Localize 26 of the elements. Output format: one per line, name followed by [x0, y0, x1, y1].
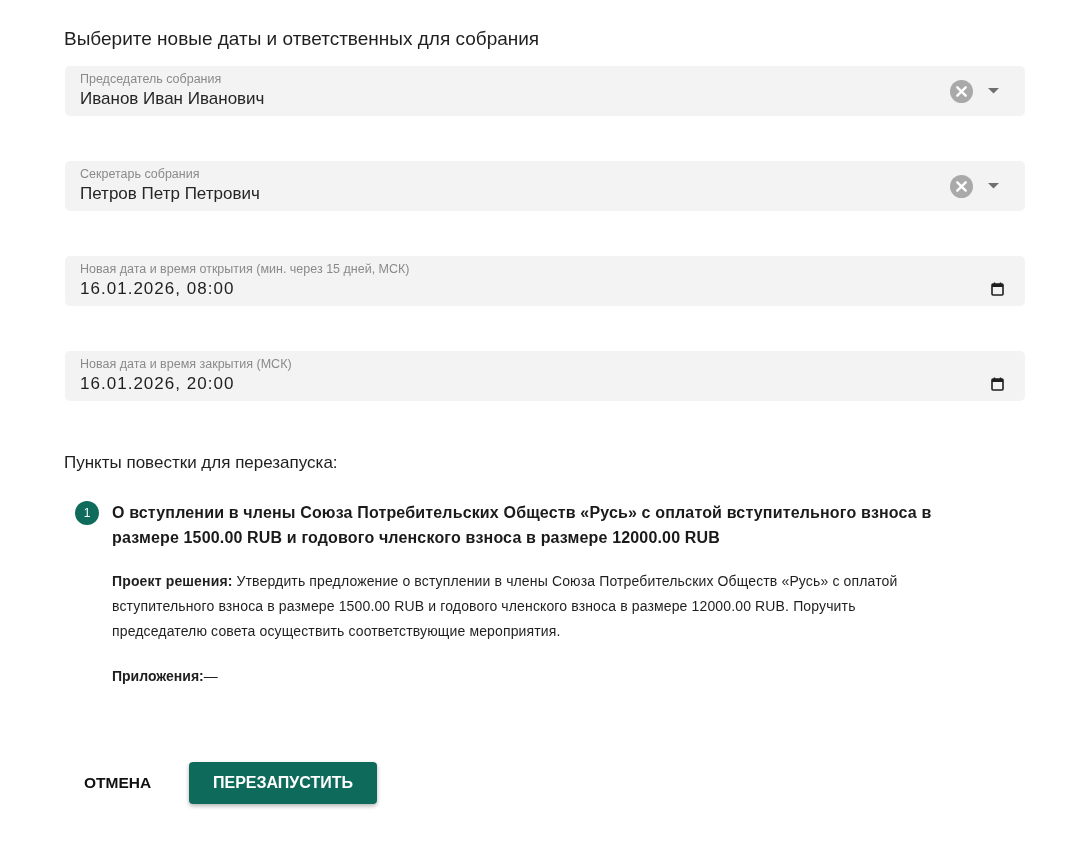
restart-button[interactable]: ПЕРЕЗАПУСТИТЬ — [189, 762, 377, 804]
field-value: Петров Петр Петрович — [80, 184, 261, 204]
number-badge: 1 — [75, 501, 99, 525]
field-label: Новая дата и время закрытия (МСК) — [80, 357, 293, 371]
datetime-field[interactable]: Новая дата и время открытия (мин. через 15 дней, МСК) 16.01.2026, 08:00 — [65, 256, 1025, 306]
calendar-icon[interactable] — [991, 377, 1004, 391]
clear-icon[interactable] — [950, 174, 973, 198]
datetime-field[interactable]: Новая дата и время закрытия (МСК) 16.01.2026, 20:00 — [65, 351, 1025, 401]
select-field[interactable]: Секретарь собрания Петров Петр Петрович — [65, 161, 1025, 211]
field-label: Председатель собрания — [80, 72, 223, 86]
cancel-button[interactable]: ОТМЕНА — [72, 762, 177, 804]
dropdown-caret-icon[interactable] — [988, 183, 999, 189]
decision-text: Проект решения: Утвердить предложение о вступлении в члены Союза Потребительских Обществ «Русь» с оплатой вступительного взноса в размере 1500.00 RUB и годового членского взноса в размере 12000.00 RUB. Поручить председателю совета осуществить соответствующие мероприятия. — [112, 572, 899, 641]
agenda-item-title: О вступлении в члены Союза Потребительских Обществ «Русь» с оплатой вступительного взноса в размере 1500.00 RUB и годового членского взноса в размере 12000.00 RUB — [112, 503, 933, 548]
form-heading: Выберите новые даты и ответственных для собрания — [64, 27, 541, 51]
attachments-text: Приложения:— — [112, 667, 218, 686]
dropdown-caret-icon[interactable] — [988, 88, 999, 94]
select-field[interactable]: Председатель собрания Иванов Иван Иванович — [65, 66, 1025, 116]
field-label: Секретарь собрания — [80, 167, 201, 181]
field-value: 16.01.2026, 08:00 — [80, 279, 235, 299]
section-heading: Пункты повестки для перезапуска: — [64, 452, 339, 474]
field-value: Иванов Иван Иванович — [80, 89, 266, 109]
field-value: 16.01.2026, 20:00 — [80, 374, 235, 394]
calendar-icon[interactable] — [991, 282, 1004, 296]
clear-icon[interactable] — [950, 79, 973, 103]
field-label: Новая дата и время открытия (мин. через 15 дней, МСК) — [80, 262, 411, 276]
